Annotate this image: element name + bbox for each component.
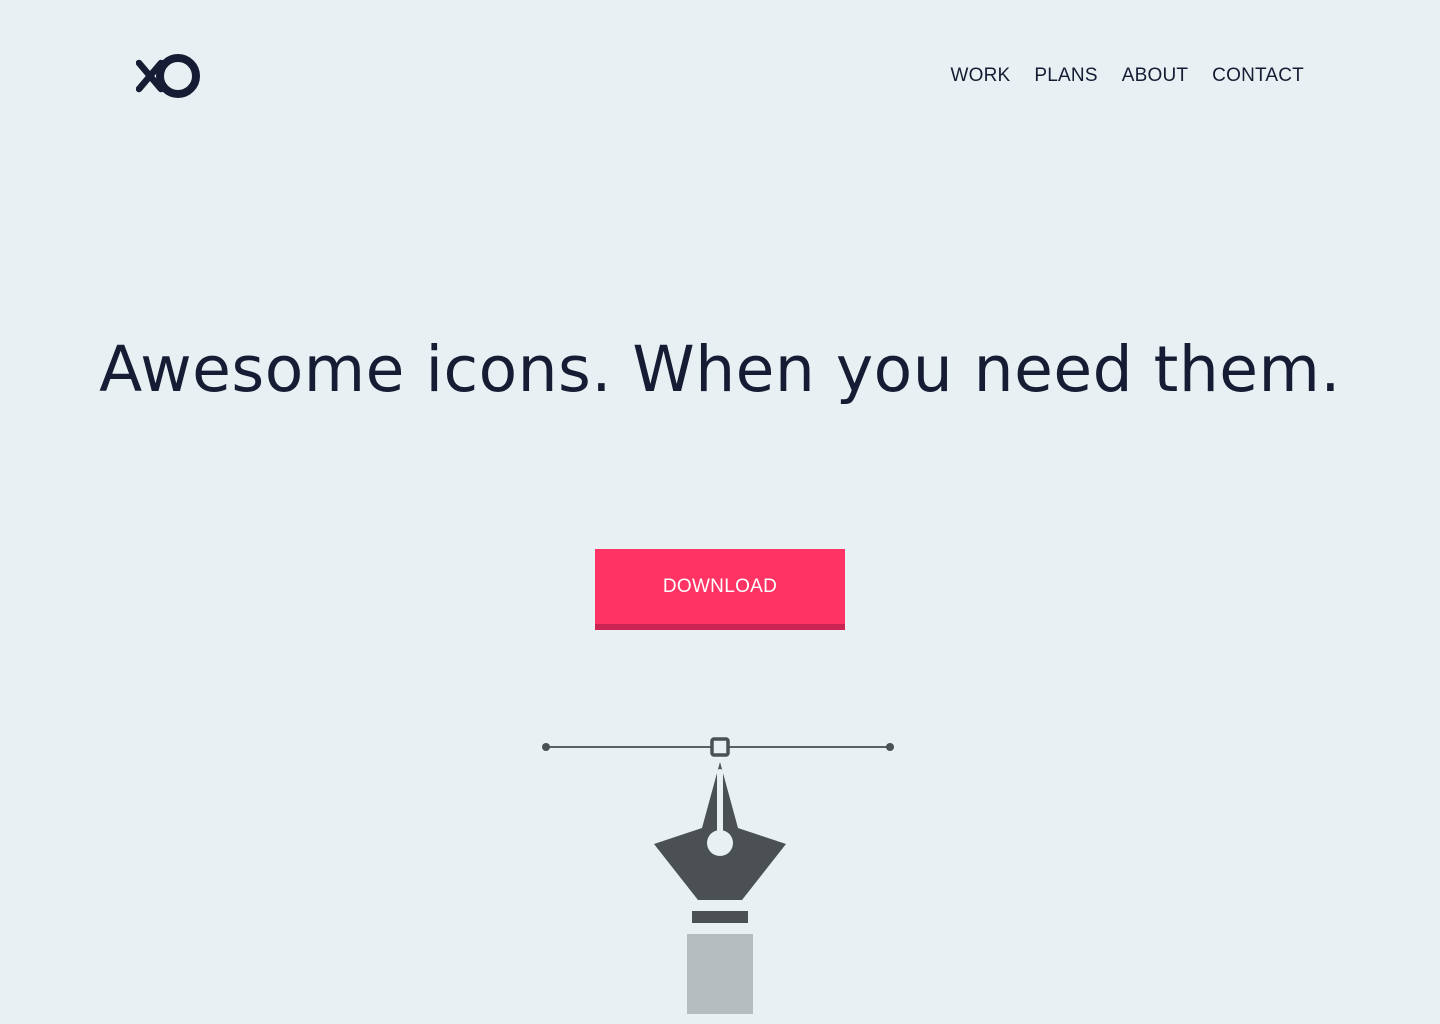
download-button[interactable]: DOWNLOAD	[595, 549, 845, 630]
nav-link-contact[interactable]: CONTACT	[1212, 64, 1304, 88]
anchor-point	[710, 737, 730, 757]
pen-collar	[692, 911, 748, 923]
bezier-handle-right	[886, 743, 894, 751]
nav-link-about[interactable]: ABOUT	[1122, 64, 1188, 88]
pen-tool-icon	[542, 737, 894, 1014]
nav-link-work[interactable]: WORK	[951, 64, 1011, 88]
pen-barrel	[687, 934, 753, 1014]
xo-logo-icon[interactable]	[136, 53, 202, 99]
nib-hole	[707, 830, 733, 856]
bezier-handle-left	[542, 743, 550, 751]
hero-headline: Awesome icons. When you need them.	[99, 333, 1341, 406]
main-nav: WORK PLANS ABOUT CONTACT	[951, 64, 1305, 88]
nav-link-plans[interactable]: PLANS	[1034, 64, 1097, 88]
